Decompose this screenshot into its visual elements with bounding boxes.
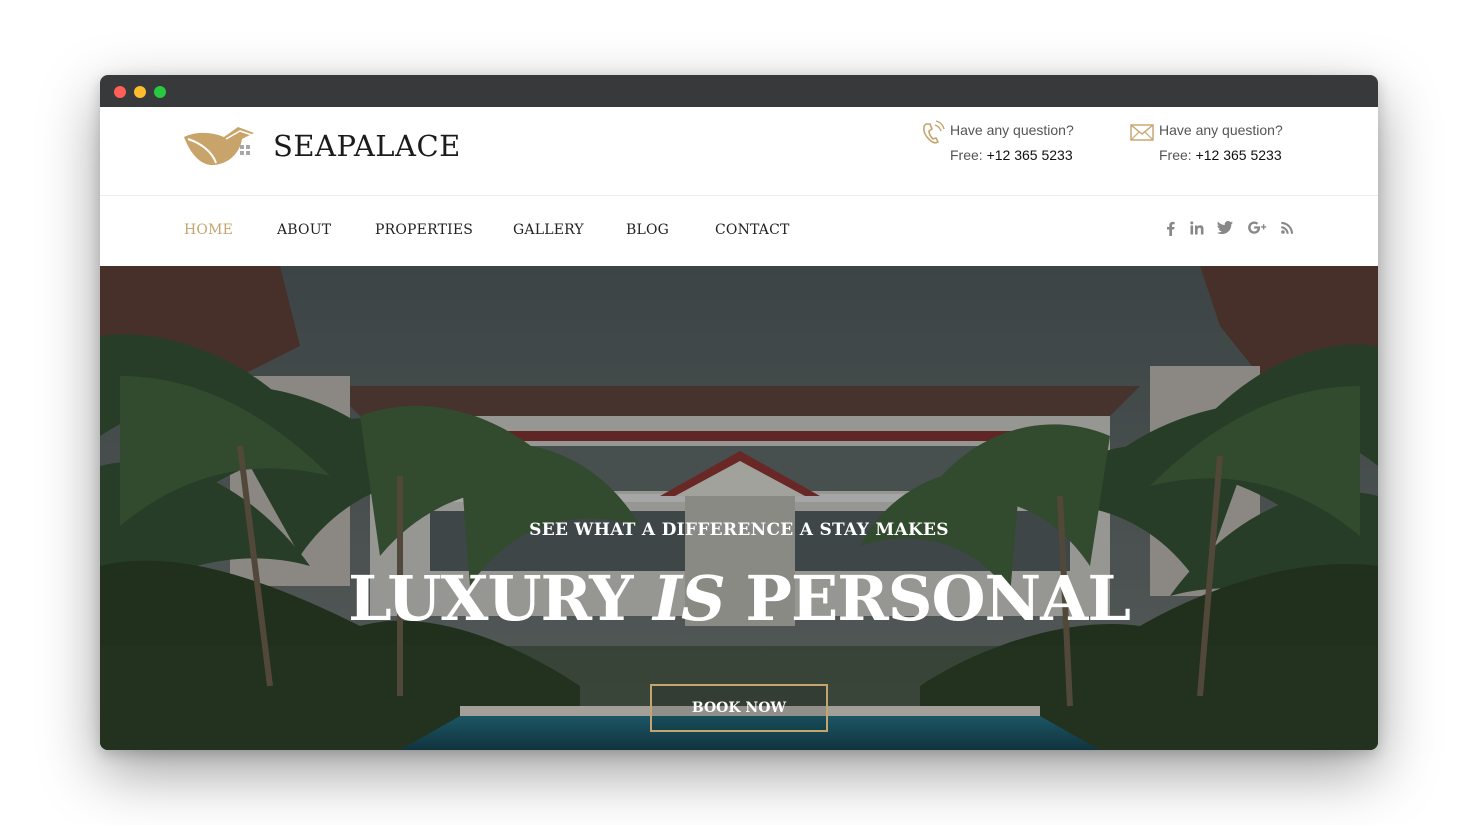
twitter-icon[interactable] (1217, 221, 1233, 234)
close-window-button[interactable] (114, 86, 126, 98)
headline-emphasis: IS (653, 562, 726, 635)
phone-number[interactable]: +12 365 5233 (987, 147, 1073, 163)
site-header: SEAPALACE Have any question? Free: +12 3… (100, 107, 1378, 196)
linkedin-icon[interactable] (1190, 221, 1204, 235)
window-titlebar (100, 75, 1378, 107)
nav-item-about[interactable]: ABOUT (277, 222, 331, 238)
hero-overlay (100, 266, 1378, 750)
free-label: Free: (950, 147, 987, 163)
nav-item-properties[interactable]: PROPERTIES (375, 222, 473, 238)
nav-item-blog[interactable]: BLOG (626, 222, 669, 238)
nav-item-gallery[interactable]: GALLERY (513, 222, 584, 238)
hero-headline: LUXURY IS PERSONAL (100, 562, 1378, 635)
nav-item-home[interactable]: HOME (184, 222, 233, 238)
headline-part-1: LUXURY (348, 562, 653, 635)
browser-window: SEAPALACE Have any question? Free: +12 3… (100, 75, 1378, 750)
nav-item-contact[interactable]: CONTACT (715, 222, 790, 238)
facebook-icon[interactable] (1166, 221, 1175, 236)
contact-question: Have any question? (950, 122, 1074, 138)
phone-number[interactable]: +12 365 5233 (1196, 147, 1282, 163)
mail-icon (1130, 124, 1154, 141)
contact-phone-line: Free: +12 365 5233 (950, 147, 1073, 163)
main-nav: HOME ABOUT PROPERTIES GALLERY BLOG CONTA… (100, 196, 1378, 266)
minimize-window-button[interactable] (134, 86, 146, 98)
hero-eyebrow: SEE WHAT A DIFFERENCE A STAY MAKES (529, 520, 949, 540)
contact-question: Have any question? (1159, 122, 1283, 138)
google-plus-icon[interactable] (1248, 221, 1267, 234)
hero-banner: SEE WHAT A DIFFERENCE A STAY MAKES LUXUR… (100, 266, 1378, 750)
maximize-window-button[interactable] (154, 86, 166, 98)
logo-icon[interactable] (182, 123, 256, 169)
phone-icon (923, 120, 945, 144)
brand-name[interactable]: SEAPALACE (273, 129, 461, 163)
headline-part-2: PERSONAL (724, 562, 1131, 635)
rss-icon[interactable] (1281, 221, 1294, 234)
book-now-button[interactable]: BOOK NOW (650, 684, 828, 732)
free-label: Free: (1159, 147, 1196, 163)
contact-phone-line: Free: +12 365 5233 (1159, 147, 1282, 163)
